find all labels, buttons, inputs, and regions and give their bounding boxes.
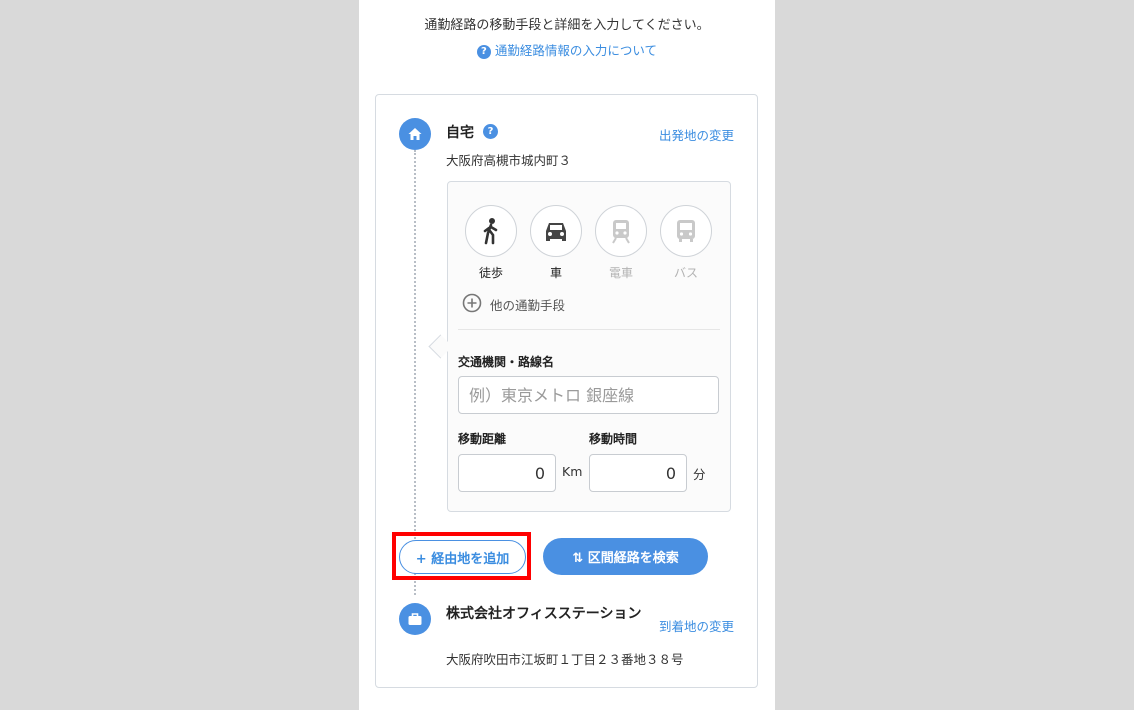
route-name-input[interactable] [458,376,719,414]
question-icon: ? [476,44,491,59]
origin-title: 自宅 [446,125,474,141]
train-icon[interactable] [595,205,647,257]
time-label: 移動時間 [589,432,638,446]
mode-train[interactable]: 電車 [594,205,648,281]
route-field-label: 交通機関・路線名 [458,355,555,369]
mode-car[interactable]: 車 [529,205,583,281]
other-mode-label: 他の通勤手段 [490,298,566,313]
help-link[interactable]: ? 通勤経路情報の入力について [359,40,775,59]
time-unit: 分 [693,467,706,482]
mode-walk[interactable]: 徒歩 [464,205,518,281]
other-mode-button[interactable]: 他の通勤手段 [462,293,565,316]
change-destination-link[interactable]: 到着地の変更 [659,616,734,635]
car-icon[interactable] [530,205,582,257]
mode-bus[interactable]: バス [659,205,713,281]
plus-circle-icon [462,293,482,316]
home-icon [399,118,431,150]
mode-label: バス [673,266,698,280]
mode-label: 徒歩 [478,266,503,280]
timeline-line [414,150,416,595]
walk-icon[interactable] [465,205,517,257]
mode-label: 車 [549,266,562,280]
search-route-button[interactable]: ⇅ 区間経路を検索 [543,538,708,575]
origin-address: 大阪府高槻市城内町３ [446,153,572,168]
help-link-label[interactable]: 通勤経路情報の入力について [495,43,657,58]
divider [458,329,720,330]
distance-label: 移動距離 [458,432,507,446]
question-icon[interactable]: ? [483,124,498,139]
mode-label: 電車 [608,266,633,280]
intro-text: 通勤経路の移動手段と詳細を入力してください。 [424,18,710,33]
change-origin-link[interactable]: 出発地の変更 [659,125,734,144]
destination-title: 株式会社オフィスステーション [446,606,642,622]
destination-address: 大阪府吹田市江坂町１丁目２３番地３８号 [446,652,684,667]
briefcase-icon [399,603,431,635]
bus-icon[interactable] [660,205,712,257]
distance-input[interactable] [458,454,556,492]
highlight-box [392,532,531,580]
distance-unit: Km [562,464,583,479]
time-input[interactable] [589,454,687,492]
